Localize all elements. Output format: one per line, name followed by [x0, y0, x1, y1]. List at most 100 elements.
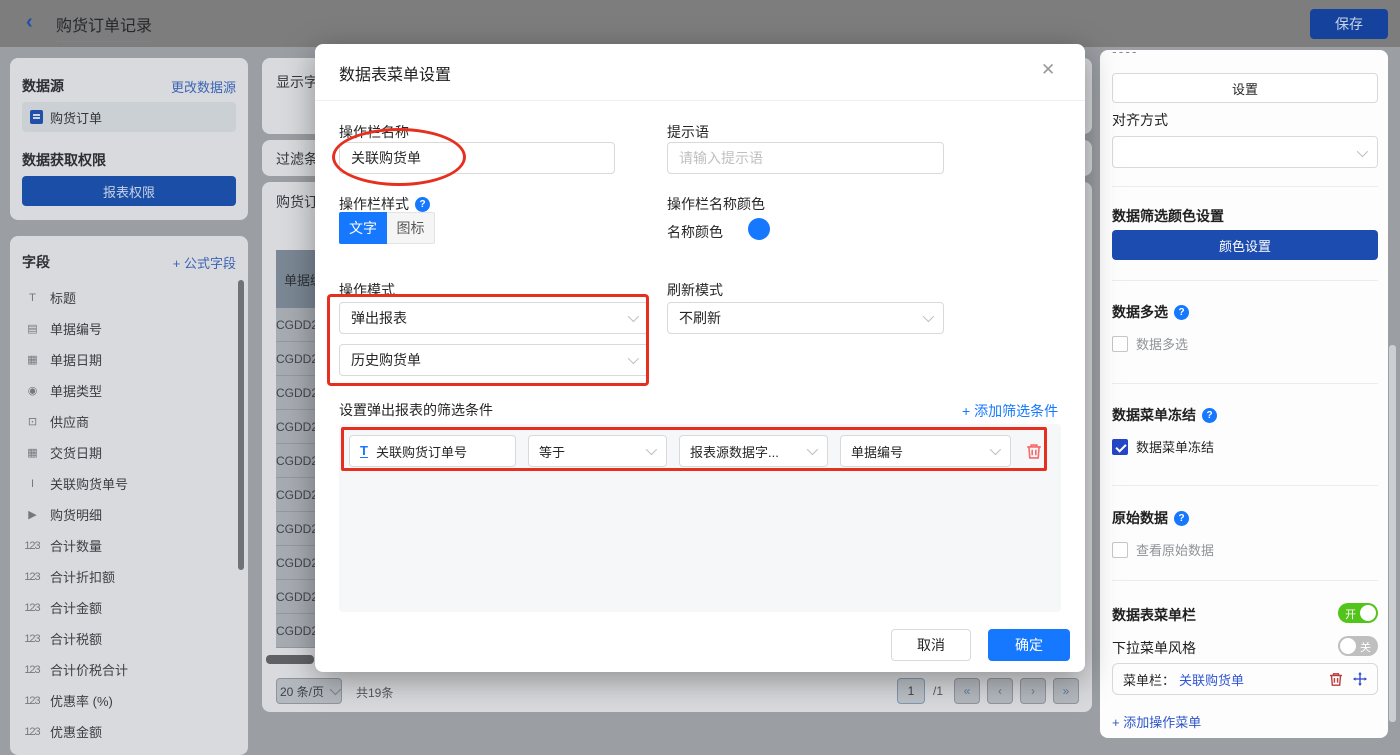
move-icon[interactable] — [1353, 672, 1367, 686]
filter-field-box[interactable]: T 关联购货订单号 — [349, 435, 516, 467]
filter-operator-select[interactable]: 等于 — [528, 435, 667, 467]
number-123-icon: 123 — [22, 664, 42, 676]
save-button[interactable]: 保存 — [1310, 9, 1388, 39]
refresh-mode-label: 刷新模式 — [667, 280, 723, 300]
divider — [1112, 485, 1378, 486]
field-item[interactable]: ⊡供应商 — [22, 406, 232, 437]
divider — [1112, 186, 1378, 187]
refresh-mode-select[interactable]: 不刷新 — [667, 302, 944, 334]
number-doc-icon: ▤ — [22, 322, 42, 335]
datasource-item[interactable]: 购货订单 — [22, 102, 236, 132]
help-icon[interactable]: ? — [1202, 408, 1217, 423]
action-name-input[interactable] — [339, 142, 615, 174]
freeze-heading: 数据菜单冻结 ? — [1112, 405, 1217, 425]
field-item[interactable]: I关联购货单号 — [22, 468, 232, 499]
table-menu-settings-modal: 数据表菜单设置 ✕ 操作栏名称 提示语 操作栏样式 ? 文字 图标 操作栏名称颜… — [315, 44, 1085, 672]
chevron-down-icon — [330, 684, 341, 695]
cancel-button[interactable]: 取消 — [891, 629, 971, 661]
menubar-heading: 数据表菜单栏 — [1112, 605, 1196, 625]
divider — [315, 100, 1085, 101]
horizontal-scrollbar[interactable] — [266, 655, 314, 664]
filter-source-select[interactable]: 报表源数据字... — [679, 435, 828, 467]
freeze-checkbox[interactable]: 数据菜单冻结 — [1112, 437, 1214, 456]
field-item[interactable]: 123优惠率 (%) — [22, 685, 232, 716]
checkbox-checked-icon — [1112, 439, 1128, 455]
field-item[interactable]: ▦交货日期 — [22, 437, 232, 468]
tab-text-style[interactable]: 文字 — [339, 212, 387, 244]
change-datasource-link[interactable]: 更改数据源 — [171, 77, 236, 96]
prev-page-button[interactable]: ‹ — [987, 678, 1013, 704]
multi-select-checkbox[interactable]: 数据多选 — [1112, 334, 1188, 353]
field-item[interactable]: ◉单据类型 — [22, 375, 232, 406]
op-mode-select[interactable]: 弹出报表 — [339, 302, 649, 334]
align-label: 对齐方式 — [1112, 110, 1168, 130]
next-page-button[interactable]: › — [1020, 678, 1046, 704]
divider — [1112, 383, 1378, 384]
radio-icon: ◉ — [22, 384, 42, 397]
checkbox-unchecked-icon — [1112, 336, 1128, 352]
chevron-down-icon — [1357, 146, 1368, 157]
datasource-item-label: 购货订单 — [50, 108, 102, 127]
report-permission-button[interactable]: 报表权限 — [22, 176, 236, 206]
back-icon[interactable]: ‹ — [26, 11, 33, 34]
field-item[interactable]: 123合计折扣额 — [22, 561, 232, 592]
field-item[interactable]: ▤单据编号 — [22, 313, 232, 344]
field-item[interactable]: 123合计金额 — [22, 592, 232, 623]
delete-filter-icon[interactable] — [1026, 443, 1042, 460]
formula-field-link[interactable]: + 公式字段 — [173, 253, 236, 272]
divider — [1112, 280, 1378, 281]
menubar-toggle-on[interactable]: 开 — [1338, 603, 1378, 623]
menu-item-row[interactable]: 菜单栏： 关联购货单 — [1112, 663, 1378, 695]
name-color-sub-label: 名称颜色 — [667, 222, 723, 242]
help-icon[interactable]: ? — [415, 197, 430, 212]
datasource-panel: 数据源 更改数据源 购货订单 数据获取权限 报表权限 — [10, 58, 248, 220]
page-number-input[interactable]: 1 — [897, 678, 925, 704]
align-select[interactable] — [1112, 136, 1378, 168]
field-item[interactable]: ▦单据日期 — [22, 344, 232, 375]
dropdown-style-label: 下拉菜单风格 — [1112, 638, 1196, 658]
tip-input[interactable] — [667, 142, 944, 174]
add-menu-link[interactable]: + 添加操作菜单 — [1112, 712, 1201, 731]
field-item[interactable]: 123合计价税合计 — [22, 654, 232, 685]
close-icon[interactable]: ✕ — [1041, 60, 1055, 80]
color-swatch[interactable] — [748, 218, 770, 240]
ok-button[interactable]: 确定 — [988, 629, 1070, 661]
settings-button[interactable]: 设置 — [1112, 73, 1378, 103]
number-123-icon: 123 — [22, 726, 42, 738]
document-icon — [30, 110, 43, 124]
name-color-label: 操作栏名称颜色 — [667, 194, 765, 214]
app-root: ‹ 购货订单记录 保存 数据源 更改数据源 购货订单 数据获取权限 报表权限 字… — [0, 0, 1400, 755]
raw-data-checkbox[interactable]: 查看原始数据 — [1112, 540, 1214, 559]
data-permission-heading: 数据获取权限 — [22, 150, 106, 170]
chevron-down-icon — [990, 444, 1001, 455]
filter-section-label: 设置弹出报表的筛选条件 — [339, 400, 493, 420]
field-item[interactable]: 123合计数量 — [22, 530, 232, 561]
action-style-label: 操作栏样式 ? — [339, 194, 430, 214]
chevron-down-icon — [923, 311, 934, 322]
delete-icon[interactable] — [1329, 672, 1343, 687]
first-page-button[interactable]: « — [954, 678, 980, 704]
chevron-down-icon — [628, 311, 639, 322]
help-icon[interactable]: ? — [1174, 305, 1189, 320]
number-123-icon: 123 — [22, 695, 42, 707]
last-page-button[interactable]: » — [1053, 678, 1079, 704]
fields-panel: 字段 + 公式字段 T标题 ▤单据编号 ▦单据日期 ◉单据类型 ⊡供应商 ▦交货… — [10, 236, 248, 755]
right-scrollbar[interactable] — [1389, 345, 1396, 722]
field-item-expandable[interactable]: ▶购货明细 — [22, 499, 232, 530]
dropdown-style-toggle-off[interactable]: 关 — [1338, 636, 1378, 656]
field-item[interactable]: 123合计税额 — [22, 623, 232, 654]
field-item[interactable]: 123优惠金额 — [22, 716, 232, 747]
field-item[interactable]: T标题 — [22, 282, 232, 313]
color-settings-button[interactable]: 颜色设置 — [1112, 230, 1378, 260]
clipped-label: ▪▪▪▪ — [1112, 52, 1168, 58]
filter-value-select[interactable]: 单据编号 — [840, 435, 1011, 467]
op-mode-report-select[interactable]: 历史购货单 — [339, 344, 649, 376]
add-filter-link[interactable]: + 添加筛选条件 — [962, 401, 1058, 421]
tab-icon-style[interactable]: 图标 — [387, 212, 435, 244]
calendar-icon: ▦ — [22, 353, 42, 366]
help-icon[interactable]: ? — [1174, 511, 1189, 526]
fields-heading: 字段 — [22, 252, 50, 272]
text-field-icon: T — [22, 292, 42, 304]
page-size-select[interactable]: 20 条/页 — [276, 678, 342, 704]
fields-scrollbar[interactable] — [238, 280, 244, 570]
